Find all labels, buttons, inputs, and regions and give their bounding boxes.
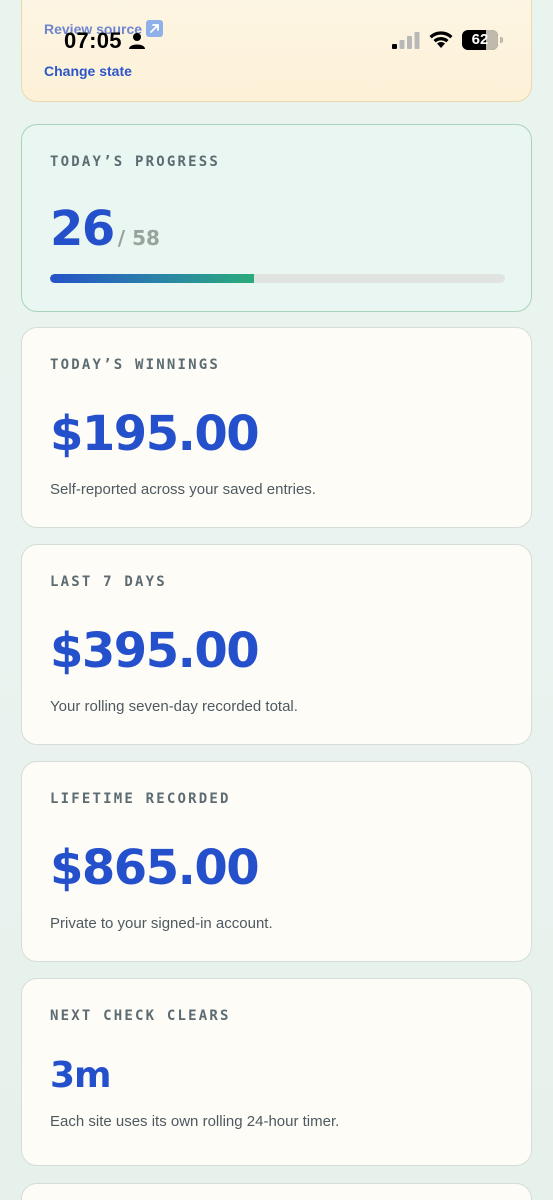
next-check-value: 3m xyxy=(50,1055,112,1096)
lifetime-card: LIFETIME RECORDED $865.00 Private to you… xyxy=(21,761,532,962)
next-check-label: NEXT CHECK CLEARS xyxy=(50,1008,231,1024)
winnings-card: TODAY’S WINNINGS $195.00 Self-reported a… xyxy=(21,327,532,528)
progress-count: 26 xyxy=(50,201,115,257)
progress-total: / 58 xyxy=(117,226,160,250)
progress-value-row: 26/ 58 xyxy=(50,201,160,257)
person-icon xyxy=(129,33,145,49)
battery-icon: 62 xyxy=(462,30,504,50)
next-check-card: NEXT CHECK CLEARS 3m Each site uses its … xyxy=(21,978,532,1166)
lifetime-description: Private to your signed-in account. xyxy=(50,915,273,932)
winnings-value: $195.00 xyxy=(50,406,260,462)
next-card-partial xyxy=(21,1183,532,1200)
progress-bar xyxy=(50,274,505,283)
progress-label: TODAY’S PROGRESS xyxy=(50,154,221,170)
progress-card: TODAY’S PROGRESS 26/ 58 xyxy=(21,124,532,312)
last-7-days-card: LAST 7 DAYS $395.00 Your rolling seven-d… xyxy=(21,544,532,745)
lifetime-label: LIFETIME RECORDED xyxy=(50,791,231,807)
last-7-days-label: LAST 7 DAYS xyxy=(50,574,167,590)
status-time: 07:05 xyxy=(64,28,122,53)
winnings-description: Self-reported across your saved entries. xyxy=(50,481,316,498)
cellular-signal-icon xyxy=(392,32,420,49)
last-7-days-description: Your rolling seven-day recorded total. xyxy=(50,698,298,715)
wifi-icon xyxy=(429,31,453,48)
battery-level: 62 xyxy=(471,31,489,48)
winnings-label: TODAY’S WINNINGS xyxy=(50,357,221,373)
lifetime-value: $865.00 xyxy=(50,840,260,896)
next-check-description: Each site uses its own rolling 24-hour t… xyxy=(50,1113,340,1130)
status-bar: 07:05 62 xyxy=(0,0,553,60)
change-state-link[interactable]: Change state xyxy=(44,63,132,79)
last-7-days-value: $395.00 xyxy=(50,623,260,679)
progress-bar-fill xyxy=(50,274,254,283)
